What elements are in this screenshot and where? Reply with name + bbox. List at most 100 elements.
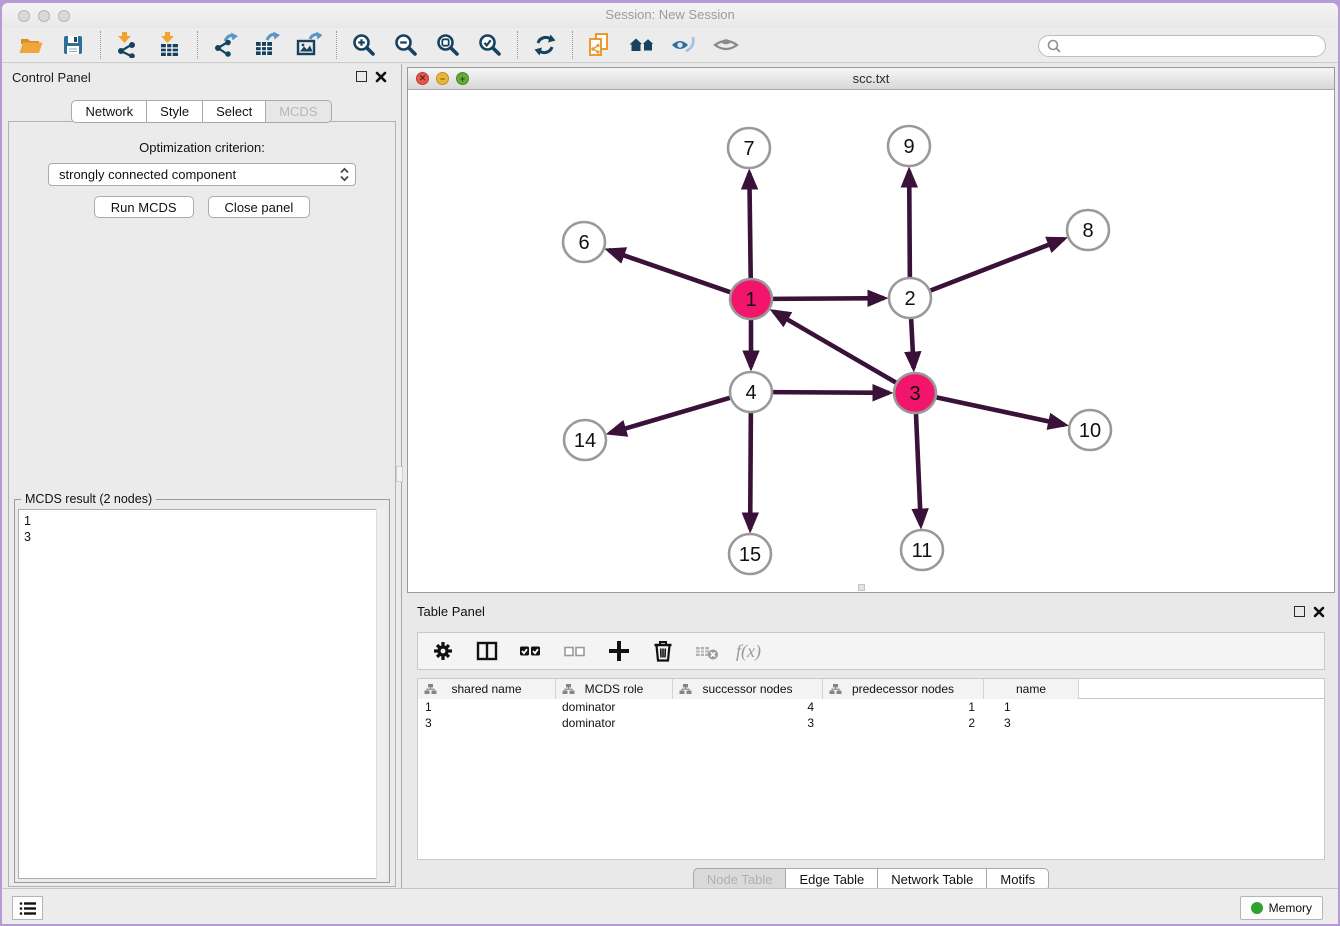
table-cell[interactable]: dominator bbox=[556, 715, 673, 731]
column-layout-icon[interactable] bbox=[472, 636, 502, 666]
network-window-titlebar[interactable]: ✕ − + scc.txt bbox=[408, 68, 1334, 90]
search-field[interactable] bbox=[1038, 35, 1326, 57]
zoom-out-icon[interactable] bbox=[385, 30, 427, 60]
result-scrollbar[interactable] bbox=[376, 509, 386, 879]
column-header-MCDS-role[interactable]: MCDS role bbox=[556, 679, 673, 699]
close-table-panel-icon[interactable] bbox=[1313, 606, 1325, 618]
edge-3-10[interactable] bbox=[937, 397, 1065, 424]
table-cell[interactable]: 3 bbox=[673, 715, 823, 731]
graph-node-11[interactable]: 11 bbox=[901, 530, 943, 570]
graph-node-7[interactable]: 7 bbox=[728, 128, 770, 168]
table-cell[interactable]: 3 bbox=[418, 715, 556, 731]
import-network-icon[interactable] bbox=[107, 30, 149, 60]
edge-3-1[interactable] bbox=[774, 311, 896, 382]
select-all-checkboxes-icon[interactable] bbox=[516, 636, 546, 666]
hide-graphics-details-icon[interactable] bbox=[705, 30, 747, 60]
list-icon bbox=[19, 901, 37, 916]
graph-node-10[interactable]: 10 bbox=[1069, 410, 1111, 450]
home-icon[interactable] bbox=[621, 30, 663, 60]
delete-table-icon[interactable] bbox=[692, 636, 722, 666]
edge-1-6[interactable] bbox=[609, 250, 731, 292]
refresh-icon[interactable] bbox=[524, 30, 566, 60]
run-mcds-button[interactable]: Run MCDS bbox=[94, 196, 194, 218]
toolbar-separator bbox=[517, 31, 518, 59]
column-header-successor-nodes[interactable]: successor nodes bbox=[673, 679, 823, 699]
network-canvas[interactable]: 1 2 3 4 6 7 8 9 10 11 14 15 bbox=[408, 91, 1334, 592]
column-header-name[interactable]: name bbox=[984, 679, 1079, 699]
deselect-all-checkboxes-icon[interactable] bbox=[560, 636, 590, 666]
edge-2-9[interactable] bbox=[909, 171, 910, 277]
table-toolbar: f(x) bbox=[417, 632, 1325, 670]
mcds-result-fieldset: MCDS result (2 nodes) 13 bbox=[14, 499, 390, 883]
edge-1-2[interactable] bbox=[773, 298, 884, 299]
graph-node-4[interactable]: 4 bbox=[730, 372, 772, 412]
control-tab-style[interactable]: Style bbox=[147, 100, 203, 123]
table-cell[interactable]: 4 bbox=[673, 699, 823, 715]
save-icon[interactable] bbox=[52, 30, 94, 60]
edge-3-11[interactable] bbox=[916, 414, 921, 525]
add-column-icon[interactable] bbox=[604, 636, 634, 666]
criterion-dropdown-value: strongly connected component bbox=[59, 167, 340, 182]
svg-text:6: 6 bbox=[578, 232, 589, 254]
table-cell[interactable]: 1 bbox=[418, 699, 556, 715]
graph-node-2[interactable]: 2 bbox=[889, 278, 931, 318]
import-table-icon[interactable] bbox=[149, 30, 191, 60]
edge-4-3[interactable] bbox=[773, 392, 889, 393]
zoom-fit-icon[interactable] bbox=[427, 30, 469, 60]
status-bar: Memory bbox=[2, 888, 1338, 924]
export-network-icon[interactable] bbox=[204, 30, 246, 60]
memory-button[interactable]: Memory bbox=[1240, 896, 1323, 920]
table-cell[interactable]: 2 bbox=[823, 715, 984, 731]
column-header-predecessor-nodes[interactable]: predecessor nodes bbox=[823, 679, 984, 699]
mcds-result-list[interactable]: 13 bbox=[18, 509, 386, 879]
export-table-icon[interactable] bbox=[246, 30, 288, 60]
control-tab-mcds[interactable]: MCDS bbox=[266, 100, 331, 123]
clone-network-icon[interactable] bbox=[579, 30, 621, 60]
mcds-panel: Optimization criterion: strongly connect… bbox=[8, 121, 396, 887]
table-cell[interactable]: 1 bbox=[823, 699, 984, 715]
close-panel-button[interactable]: Close panel bbox=[208, 196, 311, 218]
table-row[interactable]: 3dominator323 bbox=[418, 715, 1324, 731]
edge-1-7[interactable] bbox=[749, 173, 750, 278]
graph-node-8[interactable]: 8 bbox=[1067, 210, 1109, 250]
show-graphics-details-icon[interactable] bbox=[663, 30, 705, 60]
export-image-icon[interactable] bbox=[288, 30, 330, 60]
table-cell[interactable]: 1 bbox=[984, 699, 1079, 715]
table-cell[interactable]: dominator bbox=[556, 699, 673, 715]
delete-column-icon[interactable] bbox=[648, 636, 678, 666]
criterion-dropdown[interactable]: strongly connected component bbox=[48, 163, 356, 186]
float-panel-icon[interactable] bbox=[356, 71, 367, 82]
graph-node-14[interactable]: 14 bbox=[564, 420, 606, 460]
control-tab-select[interactable]: Select bbox=[203, 100, 266, 123]
zoom-in-icon[interactable] bbox=[343, 30, 385, 60]
graph-node-6[interactable]: 6 bbox=[563, 222, 605, 262]
graph-node-9[interactable]: 9 bbox=[888, 126, 930, 166]
graph-node-15[interactable]: 15 bbox=[729, 534, 771, 574]
control-tab-network[interactable]: Network bbox=[71, 100, 147, 123]
float-table-panel-icon[interactable] bbox=[1294, 606, 1305, 617]
edge-4-15[interactable] bbox=[750, 413, 751, 529]
canvas-grip[interactable] bbox=[858, 584, 865, 591]
hierarchy-icon bbox=[679, 683, 692, 698]
table-row[interactable]: 1dominator411 bbox=[418, 699, 1324, 715]
graph-node-1[interactable]: 1 bbox=[730, 279, 772, 319]
edge-2-8[interactable] bbox=[931, 239, 1064, 291]
edge-2-3[interactable] bbox=[911, 319, 913, 368]
zoom-selected-icon[interactable] bbox=[469, 30, 511, 60]
graph-node-3[interactable]: 3 bbox=[894, 373, 936, 413]
search-input[interactable] bbox=[1066, 39, 1325, 53]
gear-icon[interactable] bbox=[428, 636, 458, 666]
task-history-button[interactable] bbox=[12, 896, 43, 920]
svg-text:8: 8 bbox=[1082, 220, 1093, 242]
column-header-shared-name[interactable]: shared name bbox=[418, 679, 556, 699]
search-icon bbox=[1047, 39, 1061, 53]
mcds-result-item: 1 bbox=[24, 513, 380, 529]
edge-4-14[interactable] bbox=[610, 398, 730, 433]
panel-splitter-handle[interactable] bbox=[396, 466, 403, 482]
function-builder-icon[interactable]: f(x) bbox=[736, 641, 761, 662]
node-table[interactable]: shared nameMCDS rolesuccessor nodesprede… bbox=[417, 678, 1325, 860]
open-folder-icon[interactable] bbox=[10, 30, 52, 60]
table-cell[interactable]: 3 bbox=[984, 715, 1079, 731]
toolbar-separator bbox=[100, 31, 101, 59]
close-panel-icon[interactable] bbox=[375, 71, 387, 83]
